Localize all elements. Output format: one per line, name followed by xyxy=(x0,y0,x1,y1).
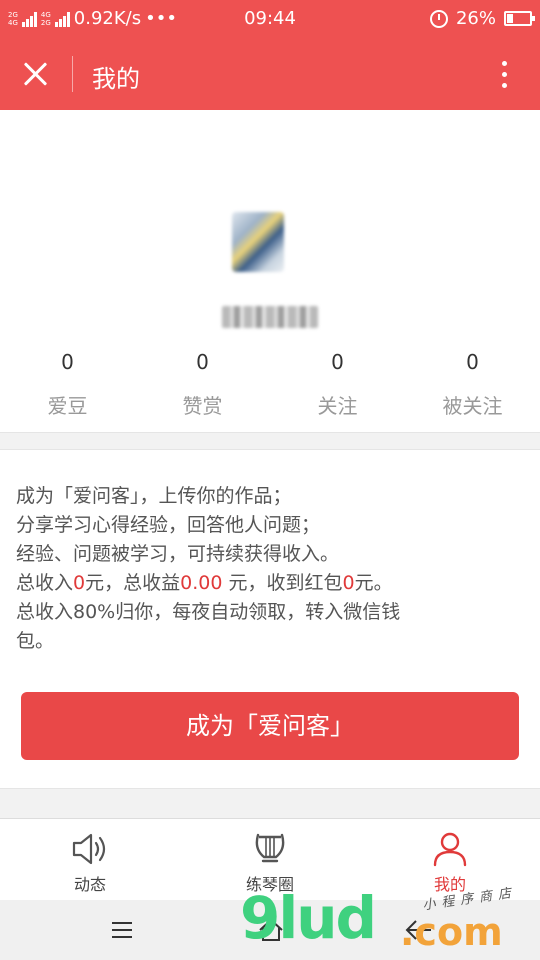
stat-value: 0 xyxy=(196,350,209,374)
battery-icon xyxy=(504,11,535,26)
section-divider-bottom xyxy=(0,788,540,818)
watermark-brand: 9lud xyxy=(240,884,377,952)
battery-percent: 26% xyxy=(455,8,496,29)
person-icon xyxy=(433,832,467,867)
speaker-icon xyxy=(72,833,106,865)
more-menu-button[interactable] xyxy=(486,56,522,92)
nav-bar: 我的 xyxy=(0,38,540,110)
tab-feed[interactable]: 动态 xyxy=(0,819,180,900)
info-line-3: 经验、问题被学习，可持续获得收入。 xyxy=(16,543,340,565)
watermark: 9lud .com 小程序商店 xyxy=(240,884,540,960)
watermark-tagline: 小程序商店 xyxy=(421,885,518,914)
watermark-domain: .com xyxy=(400,910,503,954)
red-packets-value: 0 xyxy=(342,572,355,594)
stat-appreciation[interactable]: 0 赞赏 xyxy=(135,348,270,419)
info-line-1: 成为「爱问客」，上传你的作品； xyxy=(16,485,292,507)
total-earnings-value: 0.00 xyxy=(180,572,223,594)
section-divider xyxy=(0,432,540,450)
stat-following[interactable]: 0 关注 xyxy=(270,348,405,419)
stat-value: 0 xyxy=(466,350,479,374)
stat-aidou[interactable]: 0 爱豆 xyxy=(0,348,135,419)
become-asker-button[interactable]: 成为「爱问客」 xyxy=(21,692,519,760)
stat-label: 爱豆 xyxy=(47,394,88,418)
status-bar: 2G 4G 4G 2G 0.92K/s ••• 09:44 26% xyxy=(0,0,540,38)
info-line-5: 总收入80%归你，每夜自动领取，转入微信钱 xyxy=(16,601,401,623)
stat-followers[interactable]: 0 被关注 xyxy=(405,348,540,419)
lyre-icon xyxy=(255,833,285,863)
menu-key-icon[interactable] xyxy=(112,922,132,938)
stat-label: 关注 xyxy=(317,394,358,418)
stats-row: 0 爱豆 0 赞赏 0 关注 0 被关注 xyxy=(0,348,540,419)
avatar[interactable] xyxy=(232,212,284,272)
username-blurred xyxy=(222,306,318,328)
asker-info-section: 成为「爱问客」，上传你的作品； 分享学习心得经验，回答他人问题； 经验、问题被学… xyxy=(0,450,540,788)
stat-label: 赞赏 xyxy=(182,394,223,418)
profile-section: 0 爱豆 0 赞赏 0 关注 0 被关注 xyxy=(0,110,540,432)
asker-description: 成为「爱问客」，上传你的作品； 分享学习心得经验，回答他人问题； 经验、问题被学… xyxy=(16,482,456,656)
tab-label: 动态 xyxy=(73,875,106,894)
page-title: 我的 xyxy=(92,65,140,93)
info-line-2: 分享学习心得经验，回答他人问题； xyxy=(16,514,321,536)
info-line-income: 总收入0元，总收益0.00 元，收到红包0元。 xyxy=(16,572,393,594)
stat-value: 0 xyxy=(331,350,344,374)
total-income-value: 0 xyxy=(73,572,86,594)
alarm-icon xyxy=(429,9,448,28)
status-right: 26% xyxy=(429,8,535,29)
info-line-6: 包。 xyxy=(16,630,55,652)
stat-value: 0 xyxy=(61,350,74,374)
close-button[interactable] xyxy=(18,56,54,92)
nav-divider xyxy=(72,56,73,92)
stat-label: 被关注 xyxy=(442,394,503,418)
